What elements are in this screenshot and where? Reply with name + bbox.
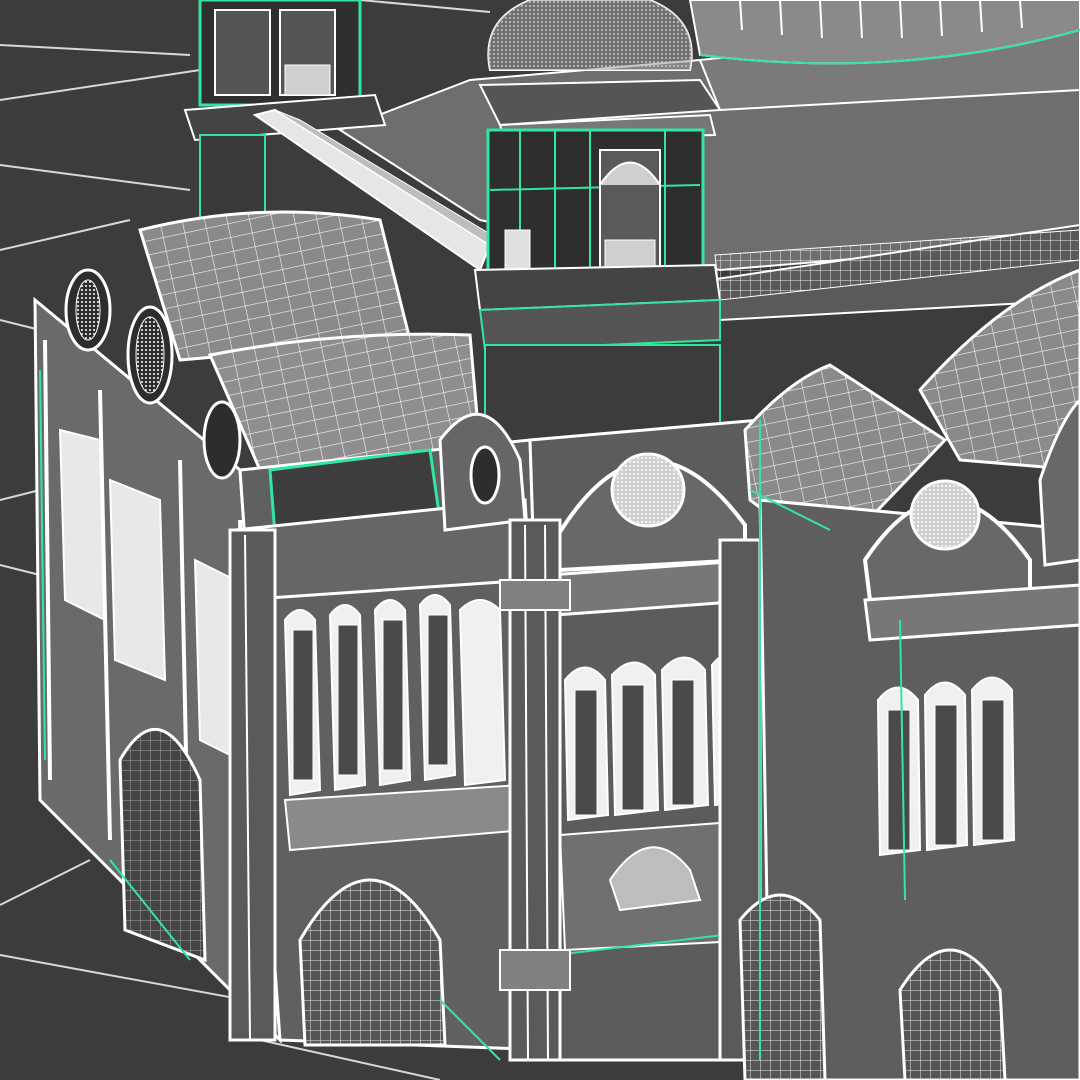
small-dome bbox=[487, 0, 693, 71]
3d-viewport[interactable] bbox=[0, 0, 1080, 1080]
viewport-canvas[interactable] bbox=[0, 0, 1080, 1080]
left-tower bbox=[183, 0, 387, 226]
right-facade bbox=[738, 397, 1080, 1080]
central-tower[interactable] bbox=[473, 78, 722, 446]
